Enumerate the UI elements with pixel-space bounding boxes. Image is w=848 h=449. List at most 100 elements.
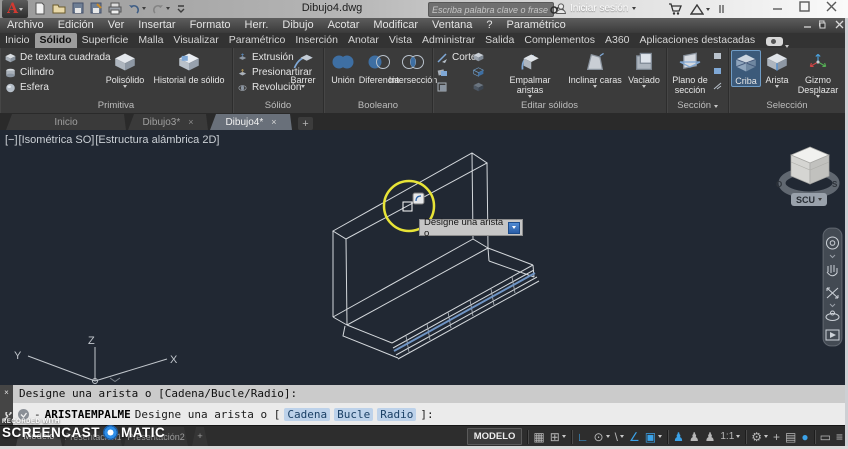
toolbar-overflow-icon[interactable]	[718, 4, 726, 14]
command-option-cadena[interactable]: Cadena	[284, 408, 330, 421]
hardware-acceleration-toggle[interactable]: ●	[801, 430, 808, 444]
grid-display-toggle[interactable]: ▦	[533, 430, 544, 444]
new-layout-button[interactable]: +	[192, 427, 208, 446]
command-input-line[interactable]: - ARISTAEMPALME Designe una arista o [ C…	[13, 403, 848, 425]
tab-complementos[interactable]: Complementos	[519, 33, 600, 48]
layout-tab-presentacion1[interactable]: Presentación1	[64, 427, 122, 446]
panel-label[interactable]: Primitiva	[0, 100, 232, 112]
button-barrer[interactable]: Barrer	[285, 50, 321, 88]
clean-screen-toggle[interactable]: ▭	[820, 430, 831, 444]
undo-button[interactable]	[128, 3, 146, 15]
customize-wrench-icon[interactable]	[2, 412, 12, 422]
viewport-view-control[interactable]: [Isométrica SO]	[19, 134, 95, 146]
button-textura-cuadrada[interactable]: De textura cuadrada	[5, 52, 111, 63]
menu-help[interactable]: ?	[479, 18, 499, 33]
panel-label-seccion[interactable]: Sección	[667, 100, 728, 112]
viewport-minimize-control[interactable]: [−]	[5, 134, 18, 146]
button-historial-solido[interactable]: Historial de sólido	[148, 50, 230, 85]
close-icon[interactable]: ×	[188, 117, 193, 127]
close-icon[interactable]: ×	[271, 117, 276, 127]
menu-archivo[interactable]: Archivo	[0, 18, 51, 33]
menu-dibujo[interactable]: Dibujo	[275, 18, 320, 33]
viewport-visual-style-control[interactable]: [Estructura alámbrica 2D]	[95, 134, 219, 146]
minimize-icon[interactable]	[772, 1, 783, 12]
button-union[interactable]: Unión	[326, 50, 360, 85]
button-corte[interactable]: Corte	[437, 52, 476, 63]
tab-superficie[interactable]: Superficie	[77, 33, 134, 48]
menu-herr[interactable]: Herr.	[238, 18, 276, 33]
tab-solido[interactable]: Sólido	[35, 33, 77, 48]
drawing-viewport[interactable]	[0, 130, 845, 385]
button-interseccion[interactable]: Intersección	[390, 50, 436, 85]
quick-properties-toggle[interactable]: ▤	[785, 430, 796, 444]
file-tab-inicio[interactable]: Inicio	[6, 114, 126, 130]
file-tab-dibujo3[interactable]: Dibujo3*×	[128, 114, 208, 130]
button-criba[interactable]: Criba	[731, 50, 761, 87]
close-icon[interactable]	[826, 1, 837, 12]
layout-tab-presentacion2[interactable]: Presentación2	[124, 427, 188, 446]
menu-insertar[interactable]: Insertar	[131, 18, 182, 33]
workspace-switching-button[interactable]: ⚙	[751, 430, 768, 444]
recent-commands-icon[interactable]	[17, 408, 30, 421]
tab-parametrico[interactable]: Paramétrico	[224, 33, 291, 48]
annotation-visibility-toggle[interactable]: ♟	[673, 430, 684, 444]
record-icon[interactable]	[766, 37, 783, 46]
tab-insercion[interactable]: Inserción	[290, 33, 343, 48]
file-tab-dibujo4[interactable]: Dibujo4*×	[210, 114, 292, 130]
tab-malla[interactable]: Malla	[133, 33, 168, 48]
menu-edicion[interactable]: Edición	[51, 18, 101, 33]
plot-printer-icon[interactable]	[108, 2, 122, 15]
customization-menu-button[interactable]: ≡	[836, 430, 843, 444]
menu-ventana[interactable]: Ventana	[425, 18, 479, 33]
button-editar-caras[interactable]	[473, 67, 484, 77]
polar-tracking-toggle[interactable]: ⊙	[594, 430, 610, 444]
close-icon[interactable]: ×	[4, 388, 9, 397]
mdi-restore-icon[interactable]	[819, 20, 828, 29]
button-vaciado[interactable]: Vaciado	[623, 50, 665, 88]
panel-label[interactable]: Sólido	[233, 100, 323, 112]
layout-tab-modelo[interactable]: Modelo	[16, 427, 62, 446]
search-input[interactable]	[428, 2, 554, 17]
button-polisolido[interactable]: Polisólido	[102, 50, 148, 88]
annotation-scale-button[interactable]: 1:1	[720, 431, 740, 442]
tab-vista[interactable]: Vista	[384, 33, 417, 48]
command-option-radio[interactable]: Radio	[377, 408, 416, 421]
ucs-badge[interactable]: SCU	[791, 193, 827, 206]
app-menu-button[interactable]: A	[2, 0, 28, 18]
mdi-minimize-icon[interactable]	[803, 20, 812, 29]
button-plano-de-seccion[interactable]: Plano de sección	[669, 50, 711, 95]
command-option-bucle[interactable]: Bucle	[334, 408, 373, 421]
button-seccion-activa[interactable]	[713, 52, 723, 61]
button-arista[interactable]: Arista	[763, 50, 791, 88]
tab-aplicaciones-destacadas[interactable]: Aplicaciones destacadas	[635, 33, 761, 48]
button-interferencia[interactable]	[437, 67, 448, 77]
panel-label[interactable]: Selección	[729, 100, 845, 112]
button-engrosar[interactable]	[437, 82, 448, 92]
tab-salida[interactable]: Salida	[480, 33, 519, 48]
ortho-mode-toggle[interactable]: ∟	[577, 430, 589, 444]
tab-a360[interactable]: A360	[600, 33, 635, 48]
button-esfera[interactable]: Esfera	[5, 82, 49, 93]
tab-visualizar[interactable]: Visualizar	[168, 33, 223, 48]
button-cilindro[interactable]: Cilindro	[5, 67, 54, 78]
model-space-button[interactable]: MODELO	[467, 428, 523, 445]
annotation-scale-icon[interactable]: ♟	[705, 430, 716, 444]
tab-inicio[interactable]: Inicio	[0, 33, 35, 48]
panel-label[interactable]: Editar sólidos	[433, 100, 666, 112]
maximize-icon[interactable]	[799, 1, 810, 12]
panel-label[interactable]: Booleano	[324, 100, 432, 112]
button-generar-seccion[interactable]	[713, 82, 723, 91]
button-inclinar-caras[interactable]: Inclinar caras	[567, 50, 623, 88]
object-snap-toggle[interactable]: ▣	[645, 430, 662, 444]
new-drawing-button[interactable]: +	[298, 117, 313, 130]
tab-anotar[interactable]: Anotar	[343, 33, 384, 48]
tab-administrar[interactable]: Administrar	[417, 33, 480, 48]
menu-ver[interactable]: Ver	[101, 18, 132, 33]
button-extraer-aristas[interactable]	[473, 52, 484, 62]
autoscale-toggle[interactable]: ♟	[689, 430, 700, 444]
save-icon[interactable]	[72, 2, 84, 15]
menu-parametrico[interactable]: Paramétrico	[500, 18, 573, 33]
snap-mode-toggle[interactable]: ⊞	[550, 430, 566, 444]
menu-acotar[interactable]: Acotar	[321, 18, 367, 33]
a360-button[interactable]	[690, 4, 710, 15]
